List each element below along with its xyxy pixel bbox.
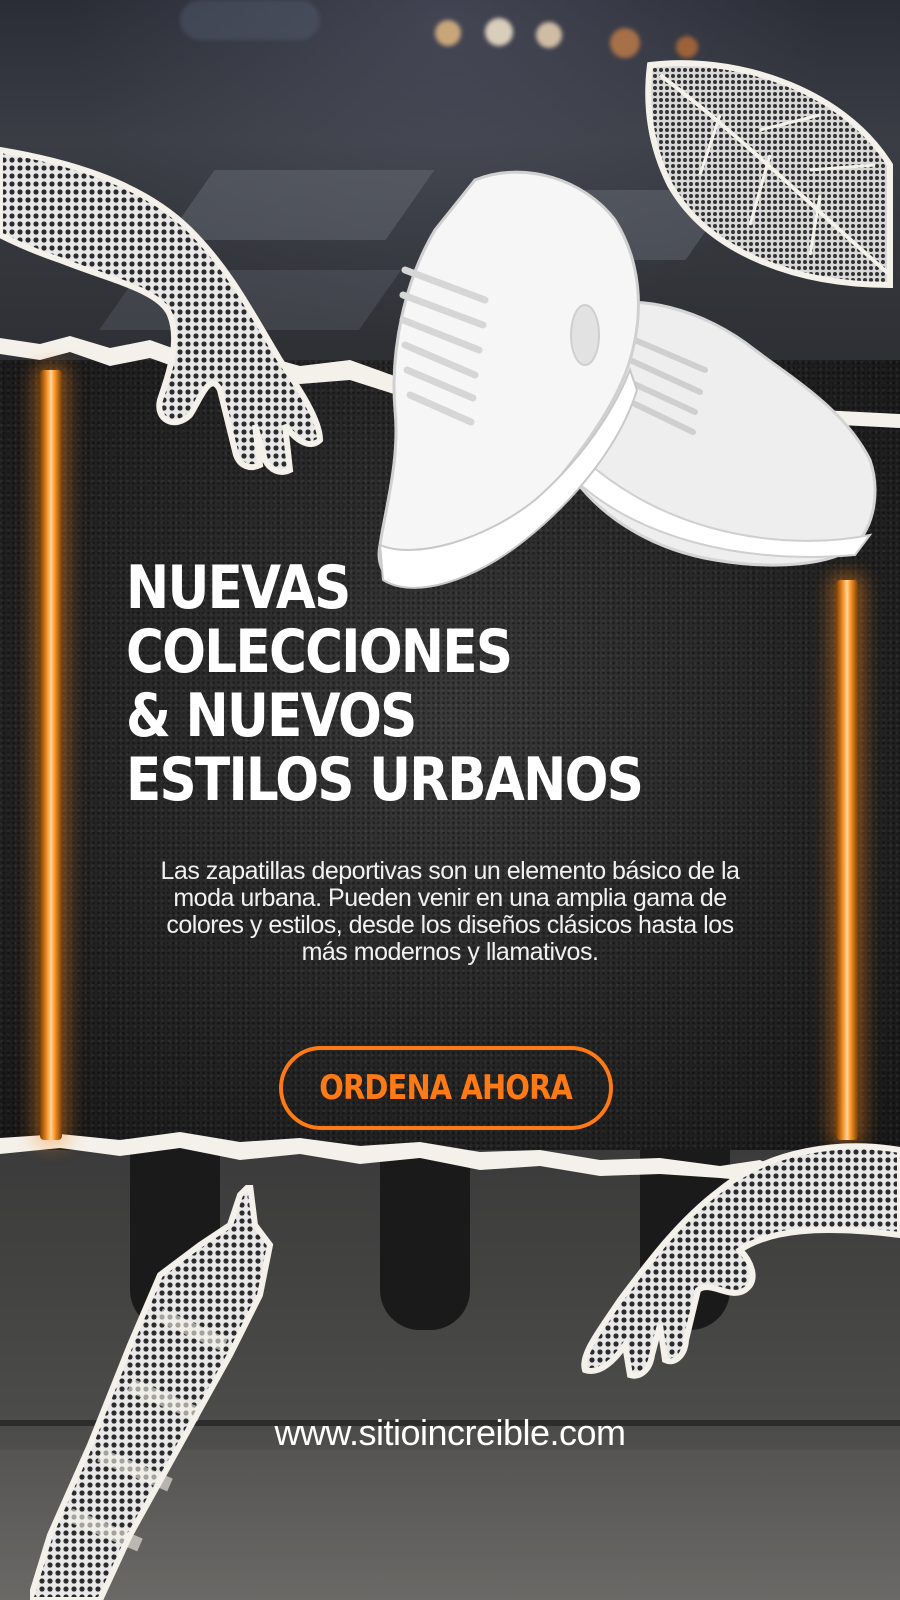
headline-line-1: NUEVAS — [126, 553, 351, 623]
halftone-hand-icon — [0, 146, 324, 475]
left-glow-bar — [40, 370, 62, 1140]
headline-line-4: ESTILOS URBANOS — [126, 745, 644, 815]
order-now-label: ORDENA AHORA — [319, 1068, 574, 1108]
halftone-tower-icon — [30, 1185, 274, 1600]
right-glow-bar — [836, 580, 858, 1140]
order-now-button[interactable]: ORDENA AHORA — [279, 1046, 613, 1130]
headline: NUEVAS COLECCIONES & NUEVOS ESTILOS URBA… — [126, 556, 766, 812]
poster: NUEVAS COLECCIONES & NUEVOS ESTILOS URBA… — [0, 0, 900, 1600]
website-link[interactable]: www.sitioincreible.com — [200, 1412, 700, 1454]
headline-line-2: COLECCIONES — [126, 617, 513, 687]
halftone-hand-icon — [581, 1143, 900, 1379]
description-text: Las zapatillas deportivas son un element… — [160, 857, 740, 966]
white-sneakers-image — [377, 170, 877, 589]
headline-line-3: & NUEVOS — [126, 681, 417, 751]
